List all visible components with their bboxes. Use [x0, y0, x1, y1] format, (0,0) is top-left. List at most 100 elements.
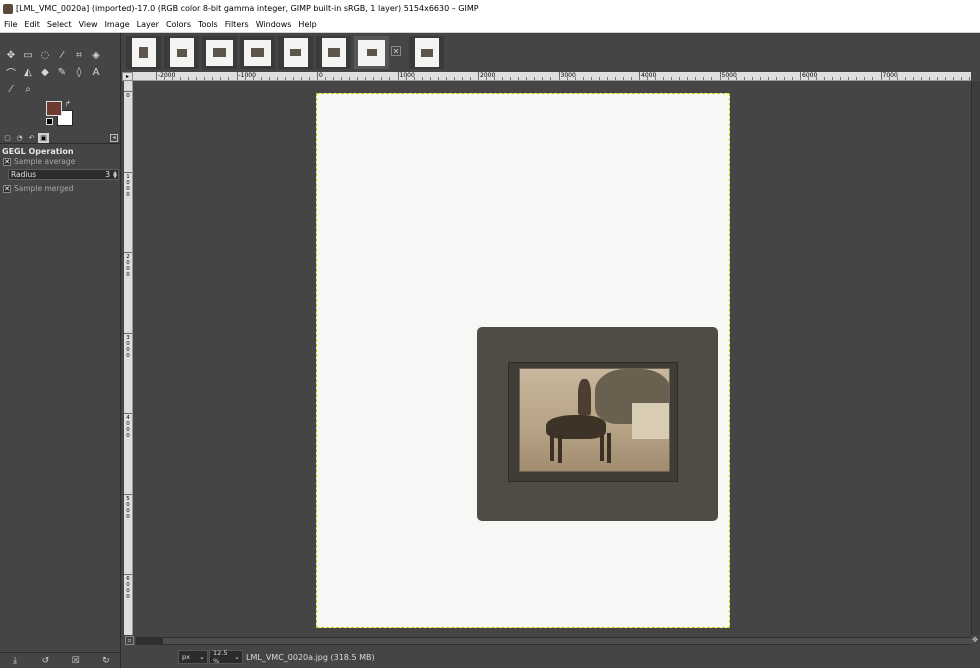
ruler-minor-tick	[679, 77, 681, 80]
restore-options-icon[interactable]: ↺	[38, 656, 52, 666]
navigate-icon[interactable]: ✥	[971, 636, 979, 645]
image-thumb[interactable]	[316, 36, 351, 69]
swap-colors-icon[interactable]: ↱	[65, 100, 71, 108]
warp-tool-icon[interactable]: ⌒	[3, 64, 19, 80]
ruler-minor-tick	[783, 77, 785, 80]
ruler-tick-label: 5000	[721, 72, 737, 79]
image-thumb[interactable]	[409, 36, 444, 69]
menu-tools[interactable]: Tools	[198, 20, 218, 29]
image-canvas[interactable]	[133, 81, 971, 635]
close-image-icon[interactable]: ✕	[391, 46, 401, 56]
menu-image[interactable]: Image	[105, 20, 130, 29]
gimp-window: [LML_VMC_0020a] (imported)-17.0 (RGB col…	[0, 0, 980, 668]
crop-tool-icon[interactable]: ⌗	[71, 47, 87, 63]
zoom-select[interactable]: 12.5 % ⌄	[209, 649, 243, 665]
menu-file[interactable]: File	[4, 20, 17, 29]
ruler-minor-tick	[357, 77, 359, 80]
radius-spinner[interactable]: Radius 3 ▲ ▼	[8, 169, 119, 180]
pointer-info-icon[interactable]: ▫	[125, 636, 134, 645]
ruler-minor-tick	[751, 77, 753, 80]
image-tabs-bar: ✕	[122, 33, 980, 72]
tab-menu-icon[interactable]: ◂	[110, 134, 118, 142]
sample-merged-label: Sample merged	[14, 184, 74, 193]
eraser-tool-icon[interactable]: ◊	[71, 64, 87, 80]
menu-colors[interactable]: Colors	[166, 20, 191, 29]
paintbrush-tool-icon[interactable]: ✎	[54, 64, 70, 80]
scrollbar-thumb[interactable]	[163, 638, 973, 644]
ruler-minor-tick	[276, 77, 278, 80]
ruler-minor-tick	[767, 77, 769, 80]
image-thumb-active[interactable]	[354, 36, 389, 69]
foreground-color-swatch[interactable]	[46, 101, 62, 116]
sample-average-checkbox[interactable]: ✕	[3, 157, 11, 166]
vertical-scrollbar[interactable]	[971, 81, 980, 635]
menu-windows[interactable]: Windows	[256, 20, 292, 29]
image-thumb[interactable]	[278, 36, 313, 69]
ruler-minor-tick	[268, 77, 270, 80]
zoom-tool-icon[interactable]: ⌕	[20, 81, 36, 97]
image-thumb[interactable]	[240, 36, 275, 69]
status-message: LML_VMC_0020a.jpg (318.5 MB)	[246, 652, 375, 662]
sample-merged-checkbox[interactable]: ✕	[3, 184, 11, 193]
color-picker-tool-icon[interactable]: ⁄	[3, 81, 19, 97]
ruler-minor-tick	[808, 77, 810, 80]
image-thumb[interactable]	[202, 36, 237, 69]
sample-average-row[interactable]: ✕ Sample average	[3, 157, 75, 166]
sample-merged-row[interactable]: ✕ Sample merged	[3, 184, 74, 193]
ruler-minor-tick	[864, 77, 866, 80]
radius-value[interactable]: 3	[105, 170, 110, 179]
ruler-minor-tick	[252, 77, 254, 80]
transform-tool-icon[interactable]: ◈	[88, 47, 104, 63]
delete-options-icon[interactable]: ☒	[69, 656, 83, 666]
ruler-minor-tick	[880, 77, 882, 80]
ruler-tick-label: 2000	[480, 72, 496, 79]
ruler-minor-tick	[582, 77, 584, 80]
text-tool-icon[interactable]: A	[88, 64, 104, 80]
tab-tool-options-icon[interactable]: ▢	[2, 133, 13, 143]
tab-undo-history-icon[interactable]: ↶	[26, 133, 37, 143]
rect-select-tool-icon[interactable]: ▭	[20, 47, 36, 63]
image-thumb[interactable]	[126, 36, 161, 69]
fuzzy-select-tool-icon[interactable]: ⁄	[54, 47, 70, 63]
ruler-minor-tick	[292, 77, 294, 80]
menu-help[interactable]: Help	[298, 20, 316, 29]
ruler-minor-tick	[791, 77, 793, 80]
tab-device-status-icon[interactable]: ◔	[14, 133, 25, 143]
menu-view[interactable]: View	[79, 20, 98, 29]
chevron-down-icon: ⌄	[234, 653, 240, 661]
ruler-minor-tick	[397, 77, 399, 80]
bucket-fill-tool-icon[interactable]: ◆	[37, 64, 53, 80]
spinner-arrows-icon[interactable]: ▲ ▼	[112, 170, 118, 179]
free-select-tool-icon[interactable]: ◌	[37, 47, 53, 63]
ruler-minor-tick	[405, 77, 407, 80]
gimp-app-icon	[3, 3, 13, 14]
ruler-tick-label: 1000	[126, 173, 130, 198]
ruler-tick	[124, 252, 132, 253]
ruler-minor-tick	[912, 77, 914, 80]
unit-select[interactable]: px ⌄	[178, 650, 208, 664]
status-bar: px ⌄ 12.5 % ⌄ LML_VMC_0020a.jpg (318.5 M…	[122, 646, 980, 668]
horizontal-scrollbar[interactable]	[136, 637, 973, 645]
save-options-icon[interactable]: ⤓	[8, 656, 22, 666]
ruler-minor-tick	[494, 77, 496, 80]
menu-layer[interactable]: Layer	[137, 20, 159, 29]
radius-label: Radius	[11, 170, 37, 179]
reset-colors-icon[interactable]	[46, 118, 53, 125]
tab-images-icon[interactable]: ▣	[38, 133, 49, 143]
ruler-tick-label: 4000	[641, 72, 657, 79]
menu-filters[interactable]: Filters	[225, 20, 249, 29]
cage-tool-icon[interactable]: ◭	[20, 64, 36, 80]
ruler-minor-tick	[574, 77, 576, 80]
ruler-tick-label: 7000	[882, 72, 898, 79]
quick-mask-toggle-icon[interactable]: ▸	[122, 72, 133, 81]
ruler-minor-tick	[566, 77, 568, 80]
ruler-minor-tick	[349, 77, 351, 80]
ruler-minor-tick	[743, 77, 745, 80]
ruler-minor-tick	[840, 77, 842, 80]
ruler-minor-tick	[590, 77, 592, 80]
image-thumb[interactable]	[164, 36, 199, 69]
menu-select[interactable]: Select	[47, 20, 72, 29]
move-tool-icon[interactable]: ✥	[3, 47, 19, 63]
reset-options-icon[interactable]: ↻	[99, 656, 113, 666]
menu-edit[interactable]: Edit	[24, 20, 40, 29]
